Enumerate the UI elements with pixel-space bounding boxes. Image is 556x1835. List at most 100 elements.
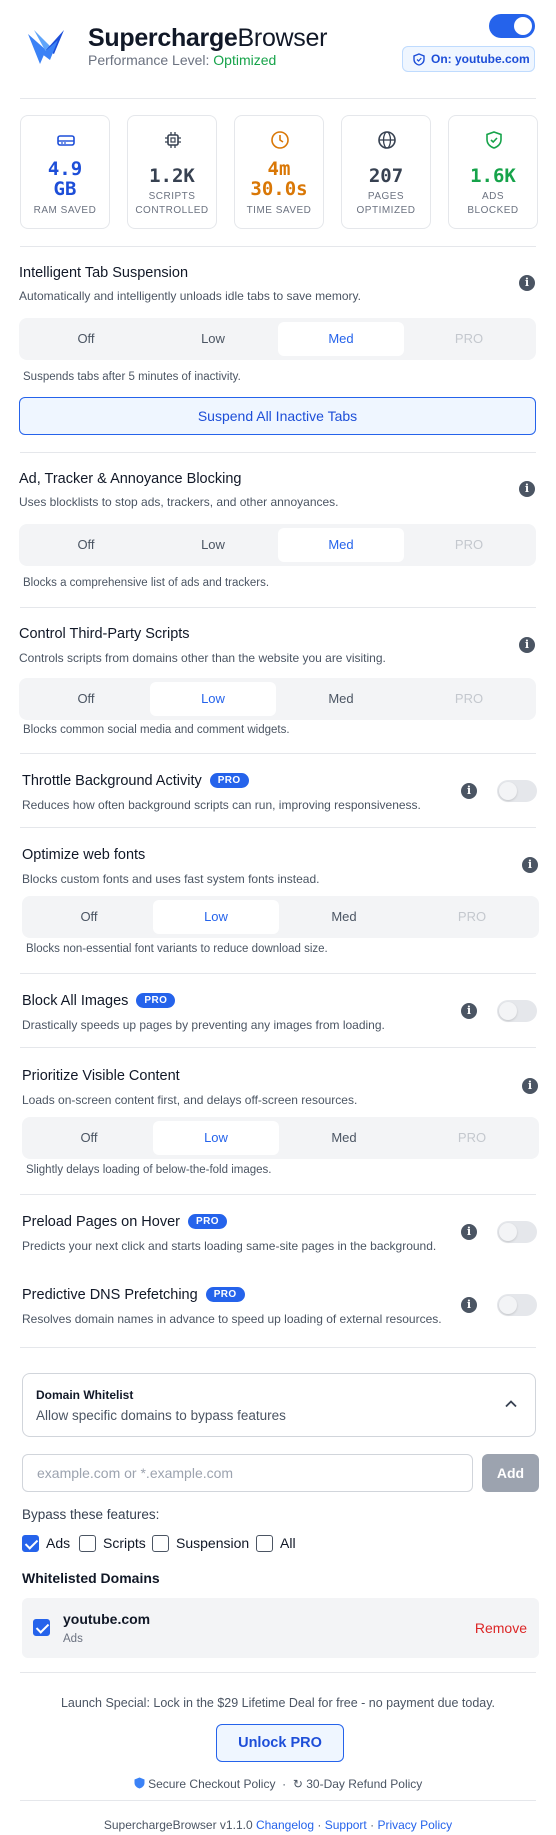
info-icon[interactable]: i: [519, 481, 535, 497]
domain-input[interactable]: example.com or *.example.com: [22, 1454, 473, 1492]
stat-value: 207: [368, 165, 404, 187]
checkbox[interactable]: [79, 1534, 96, 1552]
third-party-desc: Controls scripts from domains other than…: [19, 651, 386, 665]
web-fonts-level: Off Low Med PRO: [22, 896, 539, 938]
divider: [20, 1800, 536, 1801]
third-party-level: Off Low Med PRO: [19, 678, 536, 720]
add-domain-button[interactable]: Add: [482, 1454, 539, 1492]
web-fonts-title: Optimize web fonts: [22, 847, 146, 863]
dns-toggle[interactable]: [497, 1294, 537, 1316]
memory-icon: [57, 135, 75, 146]
stat-pages-optimized: 207 PAGES OPTIMIZED: [341, 115, 431, 229]
level-med[interactable]: Med: [278, 322, 404, 356]
info-icon[interactable]: i: [461, 1224, 477, 1240]
level-med[interactable]: Med: [278, 528, 404, 562]
performance-level: Performance Level: Optimized: [88, 52, 277, 68]
stat-label: PAGES OPTIMIZED: [356, 191, 416, 216]
block-images-toggle[interactable]: [497, 1000, 537, 1022]
unlock-pro-button[interactable]: Unlock PRO: [216, 1724, 344, 1762]
master-toggle[interactable]: [489, 14, 535, 38]
entry-checkbox[interactable]: [33, 1619, 50, 1636]
level-pro[interactable]: PRO: [406, 528, 532, 562]
bypass-all-checkbox[interactable]: All: [256, 1533, 296, 1553]
stat-label: SCRIPTS CONTROLLED: [135, 191, 209, 216]
level-med[interactable]: Med: [278, 682, 404, 716]
level-off[interactable]: Off: [23, 528, 149, 562]
promo-text: Launch Special: Lock in the $29 Lifetime…: [60, 1696, 496, 1710]
checkbox[interactable]: [152, 1534, 169, 1552]
dns-desc: Resolves domain names in advance to spee…: [22, 1312, 442, 1326]
level-low[interactable]: Low: [150, 528, 276, 562]
throttle-toggle[interactable]: [497, 780, 537, 802]
info-icon[interactable]: i: [461, 783, 477, 799]
stat-label: ADS BLOCKED: [467, 191, 519, 216]
level-off[interactable]: Off: [26, 900, 152, 934]
level-med[interactable]: Med: [281, 1121, 407, 1155]
checkbox[interactable]: [256, 1534, 273, 1552]
info-icon[interactable]: i: [522, 1078, 538, 1094]
info-icon[interactable]: i: [519, 637, 535, 653]
privacy-policy-link[interactable]: Privacy Policy: [377, 1818, 452, 1832]
throttle-title: Throttle Background Activity PRO: [22, 773, 249, 789]
level-low[interactable]: Low: [153, 1121, 279, 1155]
level-pro[interactable]: PRO: [406, 322, 532, 356]
logo-icon: [28, 30, 64, 64]
support-link[interactable]: Support: [325, 1818, 367, 1832]
domain-whitelist-panel[interactable]: Domain Whitelist Allow specific domains …: [22, 1373, 536, 1437]
divider: [20, 1672, 536, 1673]
level-low[interactable]: Low: [150, 322, 276, 356]
suspend-all-button[interactable]: Suspend All Inactive Tabs: [19, 397, 536, 435]
stat-label: TIME SAVED: [246, 205, 312, 216]
footer: SuperchargeBrowser v1.1.0 Changelog · Su…: [0, 1818, 556, 1832]
divider: [20, 1347, 536, 1348]
divider: [20, 98, 536, 99]
changelog-link[interactable]: Changelog: [256, 1818, 314, 1832]
bypass-ads-checkbox[interactable]: Ads: [22, 1533, 70, 1553]
tab-suspension-desc: Automatically and intelligently unloads …: [19, 289, 361, 303]
tab-suspension-title: Intelligent Tab Suspension: [19, 265, 189, 281]
preload-title: Preload Pages on Hover PRO: [22, 1214, 227, 1230]
divider: [20, 607, 536, 608]
info-icon[interactable]: i: [461, 1297, 477, 1313]
info-icon[interactable]: i: [522, 857, 538, 873]
info-icon[interactable]: i: [519, 275, 535, 291]
refund-policy-link[interactable]: 30-Day Refund Policy: [306, 1777, 422, 1791]
refresh-icon: ↻: [292, 1777, 303, 1791]
level-off[interactable]: Off: [23, 322, 149, 356]
ad-blocking-title: Ad, Tracker & Annoyance Blocking: [19, 471, 242, 487]
level-med[interactable]: Med: [281, 900, 407, 934]
level-low[interactable]: Low: [150, 682, 276, 716]
bypass-suspension-checkbox[interactable]: Suspension: [152, 1533, 249, 1553]
checkbox[interactable]: [22, 1534, 39, 1552]
ad-blocking-desc: Uses blocklists to stop ads, trackers, a…: [19, 495, 339, 509]
chevron-up-icon[interactable]: [503, 1396, 519, 1412]
web-fonts-desc: Blocks custom fonts and uses fast system…: [22, 872, 320, 886]
performance-value: Optimized: [213, 52, 277, 68]
level-pro[interactable]: PRO: [409, 900, 535, 934]
third-party-title: Control Third-Party Scripts: [19, 626, 190, 642]
whitelist-desc: Allow specific domains to bypass feature…: [36, 1408, 286, 1423]
level-pro[interactable]: PRO: [409, 1121, 535, 1155]
block-images-title: Block All Images PRO: [22, 993, 176, 1009]
divider: [20, 452, 536, 453]
bypass-label: Bypass these features:: [22, 1507, 160, 1522]
pro-badge: PRO: [205, 1287, 245, 1302]
level-pro[interactable]: PRO: [406, 682, 532, 716]
level-off[interactable]: Off: [23, 682, 149, 716]
remove-button[interactable]: Remove: [475, 1620, 527, 1636]
separator: ·: [370, 1818, 375, 1832]
level-off[interactable]: Off: [26, 1121, 152, 1155]
secure-checkout-link[interactable]: Secure Checkout Policy: [148, 1777, 275, 1791]
third-party-note: Blocks common social media and comment w…: [23, 724, 290, 736]
tab-suspension-level: Off Low Med PRO: [19, 318, 536, 360]
site-status-badge[interactable]: On: youtube.com: [402, 46, 535, 72]
web-fonts-note: Blocks non-essential font variants to re…: [26, 943, 328, 955]
visible-content-desc: Loads on-screen content first, and delay…: [22, 1093, 358, 1107]
level-low[interactable]: Low: [153, 900, 279, 934]
bypass-scripts-checkbox[interactable]: Scripts: [79, 1533, 146, 1553]
preload-toggle[interactable]: [497, 1221, 537, 1243]
shield-icon: [413, 52, 425, 66]
ad-blocking-level: Off Low Med PRO: [19, 524, 536, 566]
info-icon[interactable]: i: [461, 1003, 477, 1019]
preload-desc: Predicts your next click and starts load…: [22, 1239, 437, 1253]
